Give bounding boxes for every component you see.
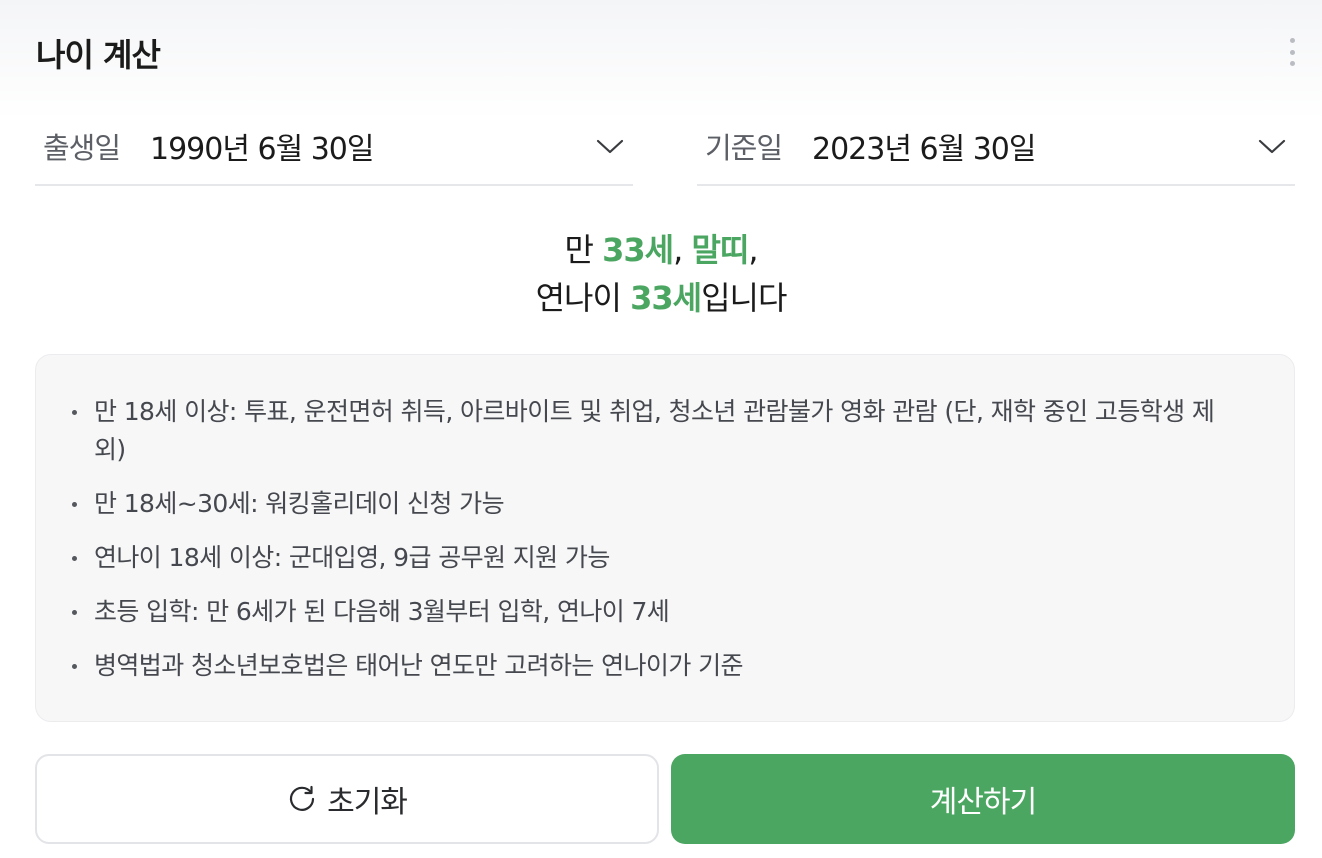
result-separator: , [673, 231, 692, 269]
bullet-icon [72, 664, 77, 669]
base-date-value: 2023년 6월 30일 [812, 132, 1036, 167]
age-info-box: 만 18세 이상: 투표, 운전면허 취득, 아르바이트 및 취업, 청소년 관… [35, 354, 1295, 722]
calculate-button[interactable]: 계산하기 [671, 754, 1295, 844]
birth-date-label: 출생일 [43, 131, 121, 165]
info-text: 연나이 18세 이상: 군대입영, 9급 공무원 지원 가능 [94, 543, 610, 572]
header: 나이 계산 [0, 0, 1322, 100]
bullet-icon [72, 610, 77, 615]
result-line-2: 연나이 33세입니다 [0, 274, 1322, 322]
bullet-icon [72, 502, 77, 507]
list-item: 병역법과 청소년보호법은 태어난 연도만 고려하는 연나이가 기준 [72, 647, 1234, 685]
birth-date-value: 1990년 6월 30일 [150, 132, 374, 167]
result-suffix: 입니다 [701, 279, 787, 317]
more-vertical-icon[interactable] [1280, 36, 1304, 68]
result-separator: , [748, 231, 758, 269]
page-title: 나이 계산 [36, 36, 161, 74]
reset-button[interactable]: 초기화 [35, 754, 659, 844]
info-text: 만 18세~30세: 워킹홀리데이 신청 가능 [94, 489, 505, 518]
list-item: 만 18세 이상: 투표, 운전면허 취득, 아르바이트 및 취업, 청소년 관… [72, 393, 1234, 469]
birth-date-select[interactable]: 출생일 1990년 6월 30일 [35, 108, 633, 186]
korean-age-value: 33세 [630, 279, 702, 317]
full-age-value: 33세 [602, 231, 674, 269]
refresh-icon [290, 785, 315, 811]
bullet-icon [72, 556, 77, 561]
result-prefix: 만 [564, 231, 603, 269]
result-line-1: 만 33세, 말띠, [0, 226, 1322, 274]
list-item: 초등 입학: 만 6세가 된 다음해 3월부터 입학, 연나이 7세 [72, 593, 1234, 631]
age-result: 만 33세, 말띠, 연나이 33세입니다 [0, 226, 1322, 322]
reset-button-label: 초기화 [327, 785, 408, 820]
list-item: 연나이 18세 이상: 군대입영, 9급 공무원 지원 가능 [72, 539, 1234, 577]
chevron-down-icon[interactable] [1257, 136, 1287, 156]
more-dot [1289, 38, 1295, 43]
calculate-button-label: 계산하기 [929, 785, 1037, 820]
chevron-down-icon[interactable] [595, 136, 625, 156]
info-text: 만 18세 이상: 투표, 운전면허 취득, 아르바이트 및 취업, 청소년 관… [94, 397, 1215, 464]
korean-age-prefix: 연나이 [535, 279, 631, 317]
base-date-label: 기준일 [705, 131, 783, 165]
list-item: 만 18세~30세: 워킹홀리데이 신청 가능 [72, 485, 1234, 523]
zodiac-value: 말띠 [691, 231, 749, 269]
bullet-icon [72, 410, 77, 415]
more-dot [1289, 49, 1295, 55]
more-dot [1289, 61, 1295, 66]
info-text: 병역법과 청소년보호법은 태어난 연도만 고려하는 연나이가 기준 [94, 651, 743, 680]
base-date-select[interactable]: 기준일 2023년 6월 30일 [697, 108, 1295, 186]
info-text: 초등 입학: 만 6세가 된 다음해 3월부터 입학, 연나이 7세 [94, 597, 670, 626]
info-list: 만 18세 이상: 투표, 운전면허 취득, 아르바이트 및 취업, 청소년 관… [72, 393, 1234, 685]
